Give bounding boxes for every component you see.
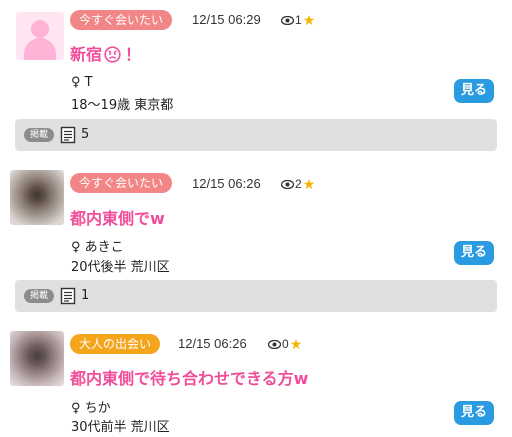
user-age-location: 30代前半 荒川区 (71, 420, 170, 435)
user-age-location: 18～19歳 東京都 (71, 98, 174, 113)
angry-face-emoji (104, 46, 121, 63)
view-button[interactable]: 見る (454, 401, 494, 425)
listing-badge: 掲載 (24, 128, 55, 142)
view-count: 1 ★ (281, 13, 315, 27)
category-tag: 今すぐ会いたい (70, 173, 173, 193)
view-button[interactable]: 見る (454, 79, 494, 103)
post-card[interactable]: 今すぐ会いたい 12/15 06:26 2 ★ 都内東側でw ♀ あきこ 20代… (0, 161, 512, 323)
post-time: 12/15 06:26 (192, 176, 261, 191)
post-title[interactable]: 都内東側でw (70, 205, 165, 229)
star-icon: ★ (302, 12, 316, 28)
view-count: 0 ★ (268, 337, 302, 351)
post-stats-bar: 掲載 5 (15, 119, 497, 151)
star-icon: ★ (289, 336, 303, 352)
post-time: 12/15 06:29 (192, 12, 261, 27)
document-icon (60, 126, 76, 144)
category-tag: 今すぐ会いたい (70, 10, 173, 30)
post-title-suffix: ！ (125, 45, 142, 64)
user-gender-name: ♀ ちか (71, 401, 111, 416)
view-count-value: 0 (282, 337, 289, 351)
view-count-value: 1 (295, 13, 302, 27)
document-icon (60, 287, 76, 305)
avatar-photo-blurred[interactable] (10, 331, 64, 386)
category-tag: 大人の出会い (70, 334, 161, 354)
view-count-value: 2 (295, 177, 302, 191)
view-button[interactable]: 見る (454, 241, 494, 265)
user-gender-name: ♀ T (71, 75, 93, 90)
post-title[interactable]: 都内東側で待ち合わせできる方w (70, 365, 308, 389)
eye-icon (268, 339, 281, 349)
post-title[interactable]: 新宿 ！ (70, 41, 141, 65)
user-gender-name: ♀ あきこ (71, 240, 124, 255)
post-title-text: 新宿 (70, 45, 103, 64)
listing-count: 1 (81, 288, 90, 303)
eye-icon (281, 15, 294, 25)
listing-count: 5 (81, 127, 90, 142)
eye-icon (281, 179, 294, 189)
user-age-location: 20代後半 荒川区 (71, 260, 170, 275)
listing-badge: 掲載 (24, 289, 55, 303)
star-icon: ★ (302, 176, 316, 192)
post-stats-bar: 掲載 1 (15, 280, 497, 312)
view-count: 2 ★ (281, 177, 315, 191)
post-card[interactable]: 今すぐ会いたい 12/15 06:29 1 ★ 新宿 ！ ♀ T 18～19歳 … (0, 0, 512, 161)
post-card[interactable]: 大人の出会い 12/15 06:26 0 ★ 都内東側で待ち合わせできる方w ♀… (0, 323, 512, 437)
avatar-default-female[interactable] (16, 12, 64, 60)
post-time: 12/15 06:26 (178, 336, 247, 351)
avatar-photo-blurred[interactable] (10, 170, 64, 225)
